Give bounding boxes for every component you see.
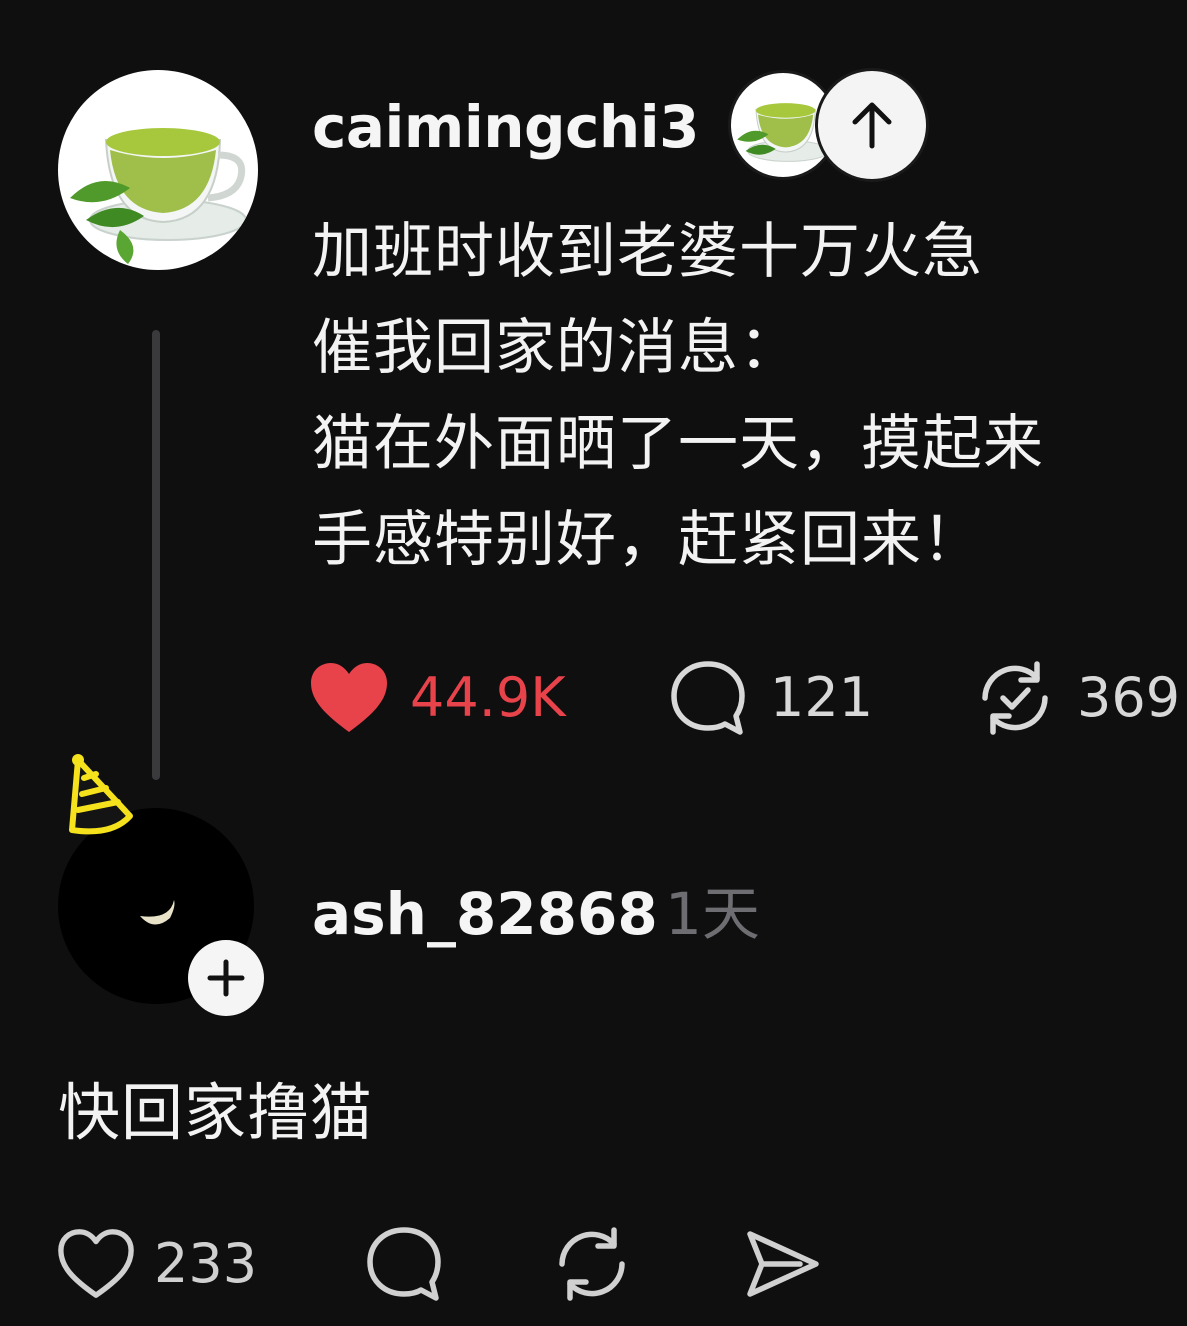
post-author-username[interactable]: caimingchi3 [312, 92, 699, 162]
reply-like-button[interactable]: 233 [56, 1224, 257, 1304]
post-text-line: 手感特别好，赶紧回来！ [312, 505, 983, 575]
speech-bubble-icon [671, 661, 745, 735]
repost-icon [559, 1227, 625, 1301]
send-icon [747, 1231, 819, 1297]
thread-connector-line [152, 330, 160, 780]
reply-comment-button[interactable] [364, 1224, 444, 1304]
green-tea-cup-icon [70, 128, 247, 264]
post-text-line: 催我回家的消息： [312, 313, 800, 383]
post-text-line: 猫在外面晒了一天，摸起来 [312, 409, 1044, 479]
reply-like-count: 233 [154, 1232, 258, 1295]
reply-repost-button[interactable] [552, 1224, 632, 1304]
speech-bubble-icon [367, 1227, 441, 1301]
follow-button[interactable] [188, 940, 264, 1016]
reply-share-button[interactable] [742, 1224, 822, 1304]
party-hat-icon [60, 752, 140, 842]
reply-button[interactable]: 121 [668, 658, 873, 738]
upvote-button[interactable] [815, 68, 929, 182]
post-text: 加班时收到老婆十万火急 催我回家的消息： 猫在外面晒了一天，摸起来 手感特别好，… [312, 204, 1152, 588]
heart-icon [311, 663, 387, 732]
post-text-line: 加班时收到老婆十万火急 [312, 217, 983, 287]
reply-timestamp: 1天 [665, 880, 760, 948]
like-count: 44.9K [410, 666, 566, 729]
reply-text: 快回家撸猫 [58, 1076, 374, 1149]
repost-count: 369 [1077, 666, 1181, 729]
like-button[interactable]: 44.9K [308, 658, 566, 738]
reply-author-username[interactable]: ash_82868 [312, 878, 658, 950]
repost-button[interactable]: 369 [975, 658, 1180, 738]
plus-icon [207, 959, 245, 997]
repost-icon [982, 661, 1048, 735]
arrow-up-icon [852, 102, 892, 149]
post-author-avatar[interactable] [58, 70, 258, 270]
heart-icon [58, 1229, 134, 1298]
reply-count: 121 [770, 666, 874, 729]
